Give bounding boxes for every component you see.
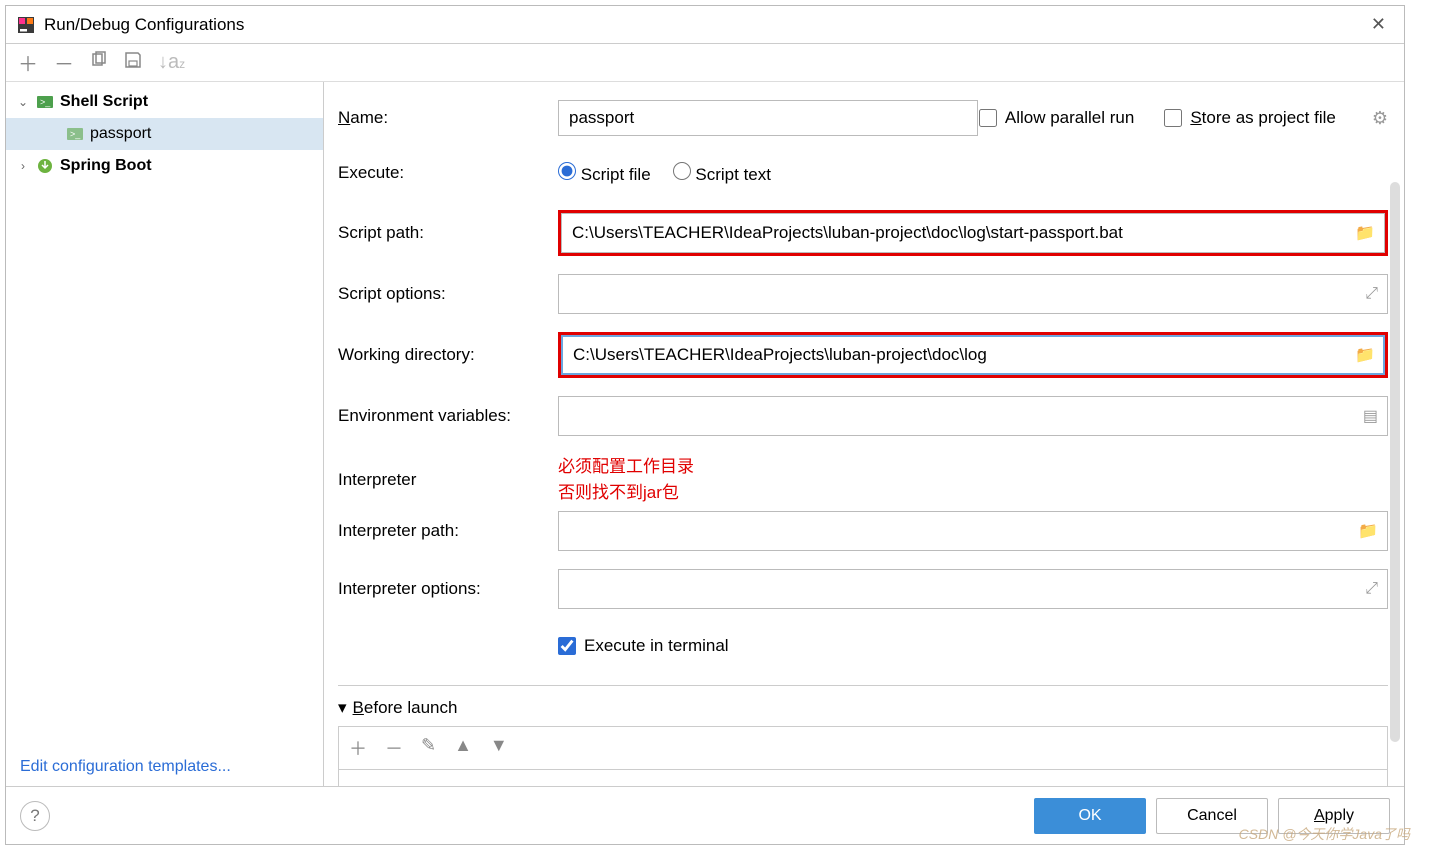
before-launch-section: ▾ Before launch ＋ － ✎ ▲ ▼ There are no t… [338,685,1388,786]
gear-icon[interactable]: ⚙ [1372,108,1388,129]
radio-script-text[interactable]: Script text [673,162,771,185]
radio-script-file-input[interactable] [558,162,576,180]
list-edit-icon[interactable]: ▤ [1363,406,1378,426]
caret-down-icon: ▾ [338,698,347,718]
save-config-icon[interactable] [124,51,142,75]
tree-node-spring-boot[interactable]: › Spring Boot [6,150,323,182]
radio-script-file[interactable]: Script file [558,162,651,185]
ok-button[interactable]: OK [1034,798,1146,834]
interpreter-path-input[interactable] [558,511,1388,551]
expand-icon[interactable]: ⤢ [1365,580,1378,598]
execute-row: Execute: Script file Script text [338,154,1388,192]
move-up-icon[interactable]: ▲ [454,735,472,761]
tree-node-shell-script[interactable]: ⌄ >_ Shell Script [6,86,323,118]
env-variables-label: Environment variables: [338,406,558,426]
add-config-icon[interactable]: ＋ [18,48,38,77]
working-directory-input[interactable] [561,335,1385,375]
working-dir-highlight: 📁 [558,332,1388,378]
tree-node-label: Spring Boot [60,157,152,175]
apply-button[interactable]: Apply [1278,798,1390,834]
working-directory-label: Working directory: [338,345,558,365]
scrollbar[interactable] [1390,182,1400,742]
titlebar: Run/Debug Configurations ✕ [6,6,1404,44]
edit-task-icon[interactable]: ✎ [421,735,436,761]
interpreter-path-label: Interpreter path: [338,521,558,541]
tree-node-passport[interactable]: >_ passport [6,118,323,150]
edit-configuration-templates-link[interactable]: Edit configuration templates... [6,748,323,786]
interpreter-options-input[interactable] [558,569,1388,609]
before-launch-toolbar: ＋ － ✎ ▲ ▼ [338,726,1388,769]
name-row: Name: Allow parallel run Store as projec… [338,100,1388,136]
spring-boot-icon [36,157,54,175]
interpreter-path-row: Interpreter path: 📁 [338,511,1388,551]
name-input[interactable] [558,100,978,136]
add-task-icon[interactable]: ＋ [349,735,367,761]
execute-label: Execute: [338,163,558,183]
execute-in-terminal-checkbox[interactable]: Execute in terminal [558,636,729,656]
name-label: Name: [338,108,558,128]
script-options-label: Script options: [338,284,558,304]
script-path-highlight: 📁 [558,210,1388,256]
window-title: Run/Debug Configurations [44,15,1363,35]
interpreter-options-label: Interpreter options: [338,579,558,599]
expand-icon[interactable]: ⤢ [1365,285,1378,303]
script-path-row: Script path: 📁 [338,210,1388,256]
env-variables-input[interactable] [558,396,1388,436]
form-area: Execute: Script file Script text Script … [338,154,1388,786]
folder-browse-icon[interactable]: 📁 [1355,345,1375,365]
run-debug-config-dialog: Run/Debug Configurations ✕ ＋ － ↓az ⌄ >_ … [5,5,1405,845]
intellij-logo-icon [16,15,36,35]
before-launch-header[interactable]: ▾ Before launch [338,698,1388,718]
allow-parallel-checkbox-box[interactable] [979,109,997,127]
shell-script-icon: >_ [36,93,54,111]
copy-config-icon[interactable] [90,51,108,75]
move-down-icon[interactable]: ▼ [490,735,508,761]
close-icon[interactable]: ✕ [1363,14,1394,35]
store-as-project-file-checkbox[interactable]: Store as project file [1164,108,1336,128]
execute-in-terminal-row: Execute in terminal [338,627,1388,665]
shell-script-icon: >_ [66,125,84,143]
script-options-row: Script options: ⤢ [338,274,1388,314]
caret-right-icon: › [16,159,30,173]
execute-in-terminal-box[interactable] [558,637,576,655]
cancel-button[interactable]: Cancel [1156,798,1268,834]
env-variables-row: Environment variables: ▤ [338,396,1388,436]
allow-parallel-run-checkbox[interactable]: Allow parallel run [979,108,1134,128]
tree-node-label: Shell Script [60,93,148,111]
script-options-input[interactable] [558,274,1388,314]
working-directory-row: Working directory: 📁 [338,332,1388,378]
main-panel: Name: Allow parallel run Store as projec… [324,82,1404,786]
store-as-project-checkbox-box[interactable] [1164,109,1182,127]
sort-config-icon[interactable]: ↓az [158,51,185,74]
folder-browse-icon[interactable]: 📁 [1358,521,1378,541]
tree-node-label: passport [90,125,151,143]
script-path-input[interactable] [561,213,1385,253]
remove-task-icon[interactable]: － [385,735,403,761]
allow-parallel-label: Allow parallel run [1005,108,1134,128]
remove-config-icon[interactable]: － [54,48,74,77]
folder-browse-icon[interactable]: 📁 [1355,223,1375,243]
script-path-label: Script path: [338,223,558,243]
store-as-project-label: Store as project file [1190,108,1336,128]
svg-text:>_: >_ [70,129,81,139]
annotation-note: 必须配置工作目录 否则找不到jar包 [558,454,694,505]
interpreter-header-row: Interpreter 必须配置工作目录 否则找不到jar包 [338,454,1388,505]
help-icon[interactable]: ? [20,801,50,831]
before-launch-tasks-list: There are no tasks to run before launch [338,769,1388,786]
content: ⌄ >_ Shell Script >_ passport › Spring B… [6,82,1404,786]
interpreter-label: Interpreter [338,470,558,490]
footer: ? OK Cancel Apply CSDN @今天你学Java了吗 [6,786,1404,844]
interpreter-options-row: Interpreter options: ⤢ [338,569,1388,609]
caret-down-icon: ⌄ [16,95,30,109]
config-toolbar: ＋ － ↓az [6,44,1404,82]
config-tree: ⌄ >_ Shell Script >_ passport › Spring B… [6,82,323,748]
sidebar: ⌄ >_ Shell Script >_ passport › Spring B… [6,82,324,786]
svg-text:>_: >_ [40,97,51,107]
radio-script-text-input[interactable] [673,162,691,180]
